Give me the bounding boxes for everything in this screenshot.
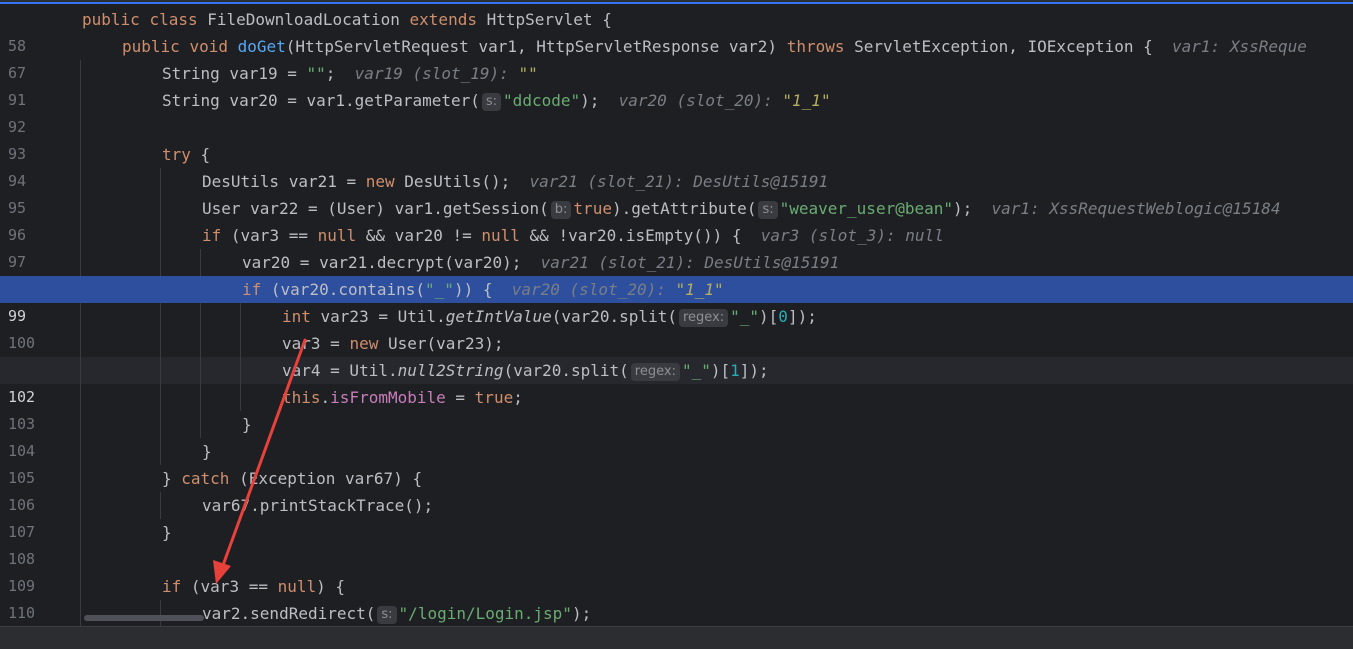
inline-debug-hint: var1: XssRequestWeblogic@15184 <box>991 199 1281 218</box>
code-line: 105 } <box>0 438 1353 487</box>
parameter-hint: regex: <box>630 363 680 381</box>
code-line: 58 public class FileDownloadLocation ext… <box>0 6 1353 55</box>
line-code: if (var3 == null && var20 != null && !va… <box>202 226 944 245</box>
code-line: 67 public void doGet(HttpServletRequest … <box>0 33 1353 82</box>
line-code: DesUtils var21 = new DesUtils(); var21 (… <box>202 172 829 191</box>
line-code: public class FileDownloadLocation extend… <box>82 10 612 29</box>
inline-debug-hint: var1: XssReque <box>1172 37 1307 56</box>
line-code: } <box>162 523 172 542</box>
line-code: } <box>202 442 212 461</box>
line-code: User var22 = (User) var1.getSession(b: tr… <box>202 199 1281 219</box>
code-line: 91 String var19 = ""; var19 (slot_19): "… <box>0 60 1353 109</box>
code-line: 95 DesUtils var21 = new DesUtils(); var2… <box>0 168 1353 217</box>
code-line: 93 <box>0 114 1353 163</box>
code-line: 108 } <box>0 519 1353 568</box>
inline-debug-hint: var19 (slot_19): <box>354 64 519 83</box>
inline-debug-hint: var20 (slot_20): <box>618 91 783 110</box>
code-line: 101 var3 = new User(var23); <box>0 330 1353 379</box>
bottom-panel-bar <box>0 626 1353 649</box>
code-line: 98 var20 = var21.decrypt(var20); var21 (… <box>0 249 1353 298</box>
line-code: public void doGet(HttpServletRequest var… <box>122 37 1307 56</box>
code-line: 106 } catch (Exception var67) { <box>0 465 1353 514</box>
code-line: 97 if (var3 == null && var20 != null && … <box>0 222 1353 271</box>
code-line: 100 int var23 = Util.getIntValue(var20.s… <box>0 303 1353 352</box>
code-editor[interactable]: 58 public class FileDownloadLocation ext… <box>0 6 1353 626</box>
parameter-hint: regex: <box>678 309 729 327</box>
top-tab-bar <box>0 0 1353 4</box>
code-line: 96 User var22 = (User) var1.getSession(b… <box>0 195 1353 244</box>
line-code: var3 = new User(var23); <box>282 334 504 353</box>
code-line: 104 } <box>0 411 1353 460</box>
line-code: String var20 = var1.getParameter(s: "ddco… <box>162 91 831 111</box>
line-code: var67.printStackTrace(); <box>202 496 434 515</box>
line-code: var20 = var21.decrypt(var20); var21 (slo… <box>242 253 840 272</box>
parameter-hint: s: <box>481 93 502 111</box>
code-line: 92 String var20 = var1.getParameter(s: "d… <box>0 87 1353 136</box>
line-code: } catch (Exception var67) { <box>162 469 423 488</box>
horizontal-scrollbar[interactable] <box>84 615 204 621</box>
parameter-hint: s: <box>758 201 778 219</box>
execution-line-highlight: 99 if (var20.contains("_")) { var20 (slo… <box>0 276 1353 325</box>
line-code: } <box>242 415 252 434</box>
parameter-hint: s: <box>377 606 397 624</box>
code-line: 109 <box>0 546 1353 595</box>
inline-debug-hint: var20 (slot_20): <box>511 280 676 299</box>
line-code: if (var3 == null) { <box>162 577 346 596</box>
caret-line: 102 var4 = Util.null2String(var20.split(… <box>0 357 1353 406</box>
line-code: var2.sendRedirect(s: "/login/Login.jsp"); <box>202 604 592 624</box>
line-code: int var23 = Util.getIntValue(var20.split… <box>282 307 817 327</box>
code-line: 107 var67.printStackTrace(); <box>0 492 1353 541</box>
line-code: this.isFromMobile = true; <box>282 388 523 407</box>
line-code: String var19 = ""; var19 (slot_19): "" <box>162 64 538 83</box>
line-code: try { <box>162 145 211 164</box>
line-code: var4 = Util.null2String(var20.split(rege… <box>282 361 769 381</box>
code-line: 111 var2.sendRedirect(s:"/login/Login.js… <box>0 600 1353 626</box>
code-line: 94 try { <box>0 141 1353 190</box>
code-line: 103 this.isFromMobile = true; <box>0 384 1353 433</box>
code-line: 110 if (var3 == null) { <box>0 573 1353 622</box>
inline-debug-hint: var3 (slot_3): null <box>760 226 944 245</box>
line-code: if (var20.contains("_")) { var20 (slot_2… <box>242 280 724 299</box>
inline-debug-hint: var21 (slot_21): DesUtils@15191 <box>540 253 840 272</box>
inline-debug-hint: var21 (slot_21): DesUtils@15191 <box>529 172 829 191</box>
parameter-hint: b: <box>550 201 572 219</box>
